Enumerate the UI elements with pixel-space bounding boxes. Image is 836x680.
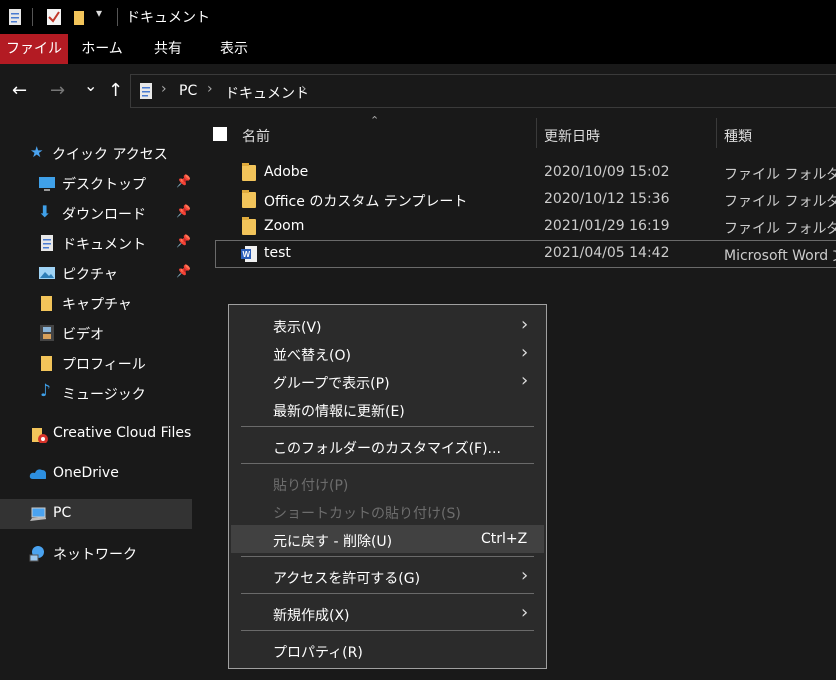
tab-share[interactable]: 共有 [140, 34, 196, 64]
sidebar-item-desktop[interactable]: デスクトップ 📌 [0, 168, 192, 198]
forward-button[interactable]: → [50, 80, 65, 101]
music-icon: ♪ [40, 381, 51, 401]
ribbon-tabs: ファイル ホーム 共有 表示 [0, 34, 836, 64]
file-row-test[interactable]: W test 2021/04/05 14:42 Microsoft Word 文 [215, 240, 836, 268]
menu-item-view[interactable]: 表示(V) › [231, 311, 544, 339]
column-header-type[interactable]: 種類 [724, 126, 752, 146]
menu-item-paste: 貼り付け(P) [273, 478, 349, 494]
menu-item-sort-by[interactable]: 並べ替え(O) › [231, 339, 544, 367]
sidebar-item-pc[interactable]: PC [0, 499, 192, 529]
sidebar-item-onedrive[interactable]: OneDrive [0, 459, 192, 489]
document-icon[interactable] [8, 8, 22, 26]
folder-icon [242, 190, 256, 208]
document-icon [140, 83, 152, 99]
address-bar[interactable]: › PC › ドキュメント › [130, 74, 836, 108]
menu-item-customize-folder[interactable]: このフォルダーのカスタマイズ(F)... [231, 432, 544, 460]
sidebar-item-documents[interactable]: ドキュメント 📌 [0, 228, 192, 258]
creative-cloud-icon [32, 428, 48, 443]
download-icon: ⬇ [38, 202, 52, 221]
pin-icon[interactable]: 📌 [176, 174, 191, 188]
sidebar-item-profile[interactable]: プロフィール [0, 348, 192, 378]
menu-separator [241, 630, 534, 631]
menu-separator [241, 426, 534, 427]
folder-icon [242, 217, 256, 235]
new-folder-icon[interactable] [72, 8, 88, 26]
breadcrumb-chevron-icon[interactable]: › [301, 81, 307, 97]
menu-item-undo-delete[interactable]: 元に戻す - 削除(U) Ctrl+Z [231, 525, 544, 553]
navigation-bar: ← → ⌄ ↑ › PC › ドキュメント › [0, 66, 836, 118]
menu-separator [241, 463, 534, 464]
column-divider[interactable] [716, 118, 717, 148]
folder-icon [41, 296, 52, 311]
tab-view[interactable]: 表示 [206, 34, 262, 64]
menu-item-refresh[interactable]: 最新の情報に更新(E) [231, 395, 544, 423]
chevron-right-icon: › [521, 565, 529, 586]
context-menu: 表示(V) › 並べ替え(O) › グループで表示(P) › 最新の情報に更新(… [228, 304, 547, 669]
breadcrumb-documents[interactable]: ドキュメント [225, 83, 309, 103]
separator [32, 8, 33, 26]
sidebar-item-downloads[interactable]: ⬇ ダウンロード 📌 [0, 198, 192, 228]
navigation-pane: ★ クイック アクセス デスクトップ 📌 ⬇ ダウンロード 📌 ドキュメント 📌… [0, 118, 192, 680]
sidebar-item-quick-access[interactable]: ★ クイック アクセス [0, 138, 192, 168]
column-header-date[interactable]: 更新日時 [544, 126, 600, 146]
menu-item-properties[interactable]: プロパティ(R) [231, 636, 544, 664]
pin-icon[interactable]: 📌 [176, 204, 191, 218]
sidebar-item-creative-cloud[interactable]: Creative Cloud Files [0, 419, 192, 449]
title-bar: ▾ ドキュメント [0, 0, 836, 34]
properties-checkmark-icon[interactable] [46, 8, 62, 26]
file-row-zoom[interactable]: Zoom 2021/01/29 16:19 ファイル フォルダー [216, 214, 836, 240]
breadcrumb-chevron-icon[interactable]: › [207, 81, 213, 97]
desktop-icon [39, 177, 55, 191]
folder-icon [242, 163, 256, 181]
chevron-right-icon: › [521, 314, 529, 335]
column-header-name[interactable]: 名前 [242, 126, 270, 146]
sort-ascending-icon: ⌃ [370, 114, 380, 127]
recent-locations-button[interactable]: ⌄ [84, 76, 97, 95]
folder-icon [41, 356, 52, 371]
breadcrumb-pc[interactable]: PC [179, 83, 197, 99]
star-icon: ★ [30, 143, 44, 161]
sidebar-item-capture[interactable]: キャプチャ [0, 288, 192, 318]
chevron-right-icon: › [521, 342, 529, 363]
separator [117, 8, 118, 26]
sidebar-item-music[interactable]: ♪ ミュージック [0, 378, 192, 408]
pin-icon[interactable]: 📌 [176, 234, 191, 248]
menu-item-paste-shortcut: ショートカットの貼り付け(S) [273, 506, 461, 522]
shortcut-text: Ctrl+Z [481, 531, 528, 547]
document-icon [41, 235, 53, 251]
sidebar-item-network[interactable]: ネットワーク [0, 538, 192, 568]
word-document-icon: W [241, 246, 257, 262]
menu-separator [241, 593, 534, 594]
column-divider[interactable] [536, 118, 537, 148]
menu-separator [241, 556, 534, 557]
file-row-office-templates[interactable]: Office のカスタム テンプレート 2020/10/12 15:36 ファイ… [216, 187, 836, 213]
tab-home[interactable]: ホーム [72, 34, 132, 64]
video-icon [40, 325, 54, 341]
select-all-checkbox[interactable] [213, 127, 227, 141]
pin-icon[interactable]: 📌 [176, 264, 191, 278]
network-icon [29, 546, 44, 562]
menu-item-give-access[interactable]: アクセスを許可する(G) › [231, 562, 544, 590]
customize-quick-access-icon[interactable]: ▾ [96, 6, 102, 20]
chevron-right-icon: › [521, 602, 529, 623]
cloud-icon [29, 469, 46, 479]
back-button[interactable]: ← [12, 80, 27, 101]
menu-item-new[interactable]: 新規作成(X) › [231, 599, 544, 627]
window-title: ドキュメント [126, 10, 210, 26]
up-button[interactable]: ↑ [108, 80, 123, 101]
menu-item-group-by[interactable]: グループで表示(P) › [231, 367, 544, 395]
pictures-icon [39, 267, 55, 279]
sidebar-item-pictures[interactable]: ピクチャ 📌 [0, 258, 192, 288]
chevron-right-icon: › [521, 370, 529, 391]
sidebar-item-videos[interactable]: ビデオ [0, 318, 192, 348]
computer-icon [30, 507, 46, 521]
tab-file[interactable]: ファイル [0, 34, 68, 64]
file-row-adobe[interactable]: Adobe 2020/10/09 15:02 ファイル フォルダー [216, 160, 836, 186]
breadcrumb-chevron-icon[interactable]: › [161, 81, 167, 97]
svg-text:W: W [243, 250, 251, 259]
